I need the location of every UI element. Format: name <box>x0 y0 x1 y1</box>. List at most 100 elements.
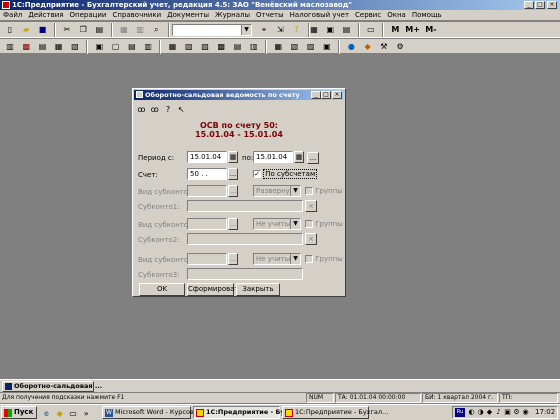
quicklaunch-outlook-icon[interactable]: ◆ <box>54 407 65 420</box>
globe-icon[interactable]: ● <box>344 40 358 53</box>
quicklaunch-ie-icon[interactable]: e <box>41 407 52 420</box>
report-icon-14[interactable]: ▣ <box>320 40 334 53</box>
report-icon-9[interactable]: ▤ <box>231 40 245 53</box>
chevron-down-icon[interactable]: ▼ <box>290 254 300 264</box>
open-folder-icon[interactable]: ▰ <box>19 23 33 36</box>
tray-icon-1[interactable]: ◐ <box>467 407 476 420</box>
calendar-icon[interactable]: ▣ <box>323 23 337 36</box>
period-to-input[interactable]: 15.01.04 <box>253 151 293 163</box>
dialog-help-icon[interactable]: ? <box>162 103 173 116</box>
app-minimize-button[interactable]: _ <box>524 1 534 9</box>
menu-directories[interactable]: Справочники <box>112 10 161 21</box>
documents-icon[interactable]: ▦ <box>52 40 66 53</box>
menu-actions[interactable]: Действия <box>28 10 63 21</box>
open-book-icon[interactable]: ▭ <box>364 23 378 36</box>
menu-tax-accounting[interactable]: Налоговый учет <box>290 10 349 21</box>
catalog-icon[interactable]: ▧ <box>68 40 82 53</box>
report-icon-1[interactable]: ▣ <box>92 40 106 53</box>
subkonto2-type-select-button[interactable]: ... <box>228 218 238 230</box>
chevron-down-icon[interactable]: ▼ <box>290 186 300 196</box>
quicklaunch-desktop-icon[interactable]: ▭ <box>67 407 78 420</box>
report-icon-5[interactable]: ▦ <box>166 40 180 53</box>
menu-journals[interactable]: Журналы <box>215 10 250 21</box>
subkonto3-groups-checkbox[interactable]: Группы <box>305 254 343 264</box>
chart-icon[interactable]: ▤ <box>339 23 353 36</box>
subkonto1-input[interactable] <box>187 200 303 212</box>
subkonto3-type-input[interactable] <box>187 253 227 265</box>
report-icon-12[interactable]: ▧ <box>287 40 301 53</box>
task-1c-active[interactable]: 1С:Предприятие - Бу... <box>193 406 292 419</box>
start-button[interactable]: Пуск <box>1 406 37 419</box>
ok-button[interactable]: OK <box>139 283 185 296</box>
language-icon[interactable]: Ru <box>455 408 465 417</box>
tools-icon[interactable]: ⚒ <box>377 40 391 53</box>
subkonto2-mode-select[interactable]: Не учитывать ▼ <box>253 218 301 230</box>
tray-icon-7[interactable]: ◉ <box>521 407 530 420</box>
subkonto3-type-select-button[interactable]: ... <box>228 253 238 265</box>
menu-service[interactable]: Сервис <box>355 10 381 21</box>
report-icon-2[interactable]: ▢ <box>109 40 123 53</box>
save-icon[interactable]: ■ <box>35 23 49 36</box>
subkonto2-clear-button[interactable]: × <box>305 233 317 245</box>
cut-icon[interactable]: ✂ <box>60 23 74 36</box>
by-subaccounts-checkbox[interactable]: ✓ По субсчетам <box>253 169 318 179</box>
subkonto1-mode-select[interactable]: Развернутый ▼ <box>253 185 301 197</box>
report-icon-7[interactable]: ▨ <box>198 40 212 53</box>
find-next-icon[interactable]: ⇲ <box>273 23 287 36</box>
help-question-icon[interactable]: ? <box>289 23 303 36</box>
m-button[interactable]: M <box>388 23 402 36</box>
period-select-button[interactable]: ... <box>307 152 319 164</box>
period-to-calendar-icon[interactable]: ▦ <box>294 151 304 163</box>
app-maximize-button[interactable]: □ <box>535 1 545 9</box>
accounts-icon[interactable]: ▤ <box>35 40 49 53</box>
journal-icon[interactable]: ▥ <box>3 40 17 53</box>
subkonto1-type-select-button[interactable]: ... <box>228 185 238 197</box>
find-icon[interactable]: ⌕ <box>149 23 163 36</box>
task-1c-second[interactable]: 1С:Предприятие - Бухгал... <box>282 406 388 419</box>
tray-icon-5[interactable]: ▣ <box>503 407 512 420</box>
app-title-bar[interactable]: 1С:Предприятие - Бухгалтерский учет, ред… <box>0 0 560 10</box>
report-icon-10[interactable]: ▥ <box>247 40 261 53</box>
close-button[interactable]: Закрыть <box>236 283 280 296</box>
report-icon-4[interactable]: ▥ <box>141 40 155 53</box>
generate-button[interactable]: Сформировать <box>187 283 243 296</box>
account-select-button[interactable]: ... <box>228 168 238 180</box>
colorful-icon[interactable]: ◆ <box>361 40 375 53</box>
tray-icon-4[interactable]: ♪ <box>494 407 503 420</box>
paste-icon[interactable]: ▤ <box>92 23 106 36</box>
subkonto1-groups-checkbox[interactable]: Группы <box>305 186 343 196</box>
print-icon[interactable]: ▦ <box>117 23 131 36</box>
subkonto2-input[interactable] <box>187 233 303 245</box>
menu-reports[interactable]: Отчеты <box>256 10 284 21</box>
app-close-button[interactable]: × <box>547 1 557 9</box>
period-from-input[interactable]: 15.01.04 <box>187 151 227 163</box>
report-icon-3[interactable]: ▤ <box>125 40 139 53</box>
copy-icon[interactable]: ❐ <box>76 23 90 36</box>
dialog-close-button[interactable]: × <box>332 91 342 99</box>
report-icon-11[interactable]: ▦ <box>271 40 285 53</box>
menu-help[interactable]: Помощь <box>412 10 442 21</box>
tray-icon-2[interactable]: ◑ <box>476 407 485 420</box>
dialog-pointer-help-icon[interactable]: ↖ <box>176 103 187 116</box>
new-document-icon[interactable]: ▯ <box>3 23 17 36</box>
dialog-tool-icon-2[interactable]: ꝏ <box>149 103 160 116</box>
dialog-tool-icon-1[interactable]: ꝏ <box>136 103 147 116</box>
m-minus-button[interactable]: M- <box>423 23 439 36</box>
subkonto2-type-input[interactable] <box>187 218 227 230</box>
menu-documents[interactable]: Документы <box>167 10 209 21</box>
chevron-down-icon[interactable]: ▼ <box>290 219 300 229</box>
menu-windows[interactable]: Окна <box>387 10 406 21</box>
account-input[interactable]: 50 . . <box>187 168 227 180</box>
print-preview-icon[interactable]: ▥ <box>133 23 147 36</box>
period-from-calendar-icon[interactable]: ▦ <box>228 151 238 163</box>
subkonto1-clear-button[interactable]: × <box>305 200 317 212</box>
quicklaunch-media-icon[interactable]: » <box>81 407 92 420</box>
tray-icon-3[interactable]: ◆ <box>485 407 494 420</box>
dialog-minimize-button[interactable]: _ <box>311 91 321 99</box>
task-word[interactable]: W Microsoft Word - Курсова... <box>102 406 204 419</box>
binoculars-icon[interactable]: ⌖ <box>257 23 271 36</box>
dialog-title-bar[interactable]: Оборотно-сальдовая ведомость по счету _ … <box>134 90 344 100</box>
tray-icon-6[interactable]: ⚙ <box>512 407 521 420</box>
settings-icon[interactable]: ⚙ <box>393 40 407 53</box>
subkonto2-groups-checkbox[interactable]: Группы <box>305 219 343 229</box>
